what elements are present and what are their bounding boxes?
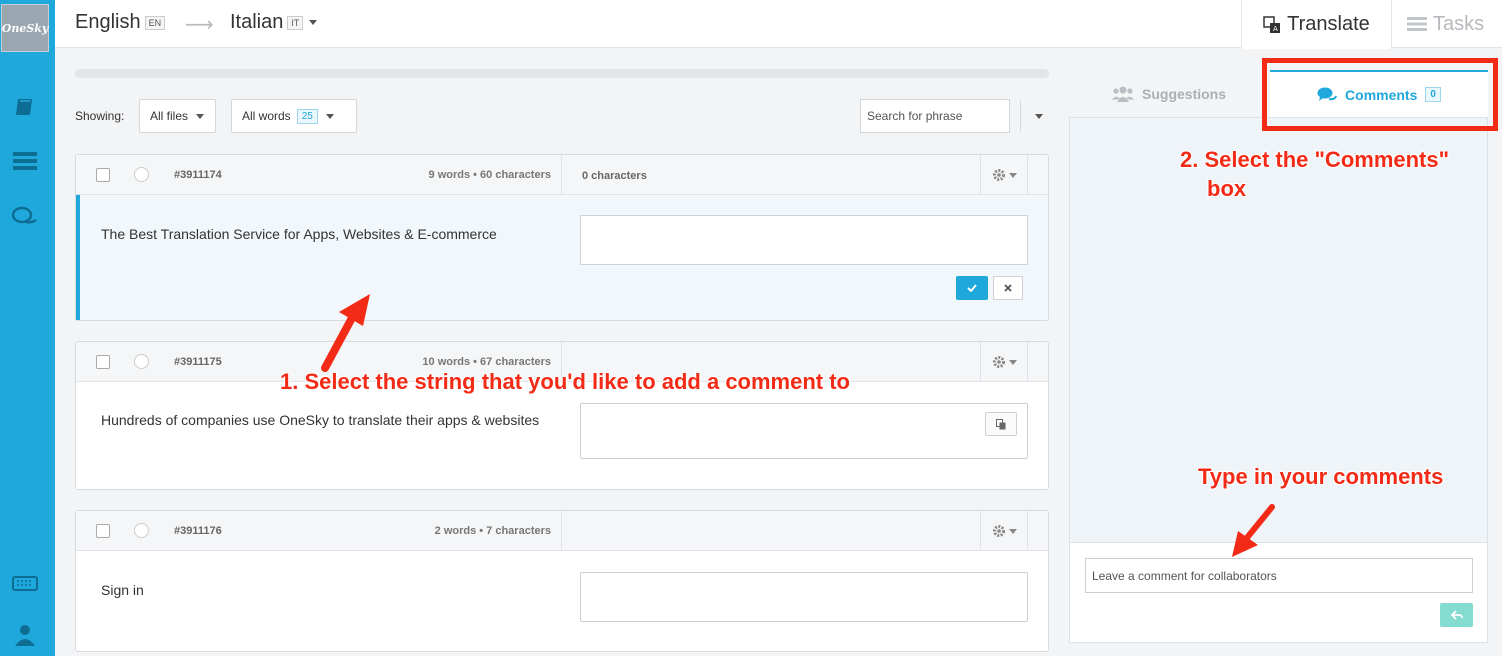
translation-input[interactable]	[580, 403, 1028, 459]
tab-tasks-label: Tasks	[1433, 12, 1485, 35]
divider	[1020, 101, 1021, 131]
translation-input[interactable]	[580, 215, 1028, 265]
annotation-arrow-icon	[1232, 504, 1275, 557]
string-card-header: #3911174 9 words • 60 characters 0 chara…	[76, 155, 1048, 195]
close-icon	[1004, 284, 1012, 292]
divider	[561, 155, 562, 195]
svg-text:A: A	[1273, 25, 1278, 33]
copy-source-button[interactable]	[985, 412, 1017, 436]
annotation-step-1: 1. Select the string that you'd like to …	[280, 369, 850, 394]
chevron-down-icon	[325, 113, 334, 119]
chevron-down-icon	[309, 20, 318, 26]
tab-tasks[interactable]: Tasks	[1407, 0, 1484, 48]
source-language: English EN	[75, 11, 166, 34]
tab-translate-label: Translate	[1287, 13, 1370, 35]
annotation-step-3: Type in your comments	[1198, 464, 1444, 489]
target-language-code: IT	[287, 15, 304, 30]
search-options-chevron-icon[interactable]	[1035, 114, 1043, 119]
user-icon[interactable]	[12, 624, 38, 646]
annotation-step-2-line-1: 2. Select the "Comments"	[1180, 147, 1450, 172]
tab-translate[interactable]: A Translate	[1241, 0, 1392, 49]
source-language-code: EN	[144, 15, 166, 30]
keyboard-icon[interactable]	[12, 572, 38, 594]
cancel-translation-button[interactable]	[993, 276, 1023, 300]
string-id: #3911176	[174, 525, 222, 537]
tasks-icon	[1407, 17, 1427, 31]
gear-icon	[992, 356, 1005, 368]
target-language-name: Italian	[230, 11, 284, 33]
book-icon[interactable]	[12, 96, 38, 118]
source-text: Hundreds of companies use OneSky to tran…	[101, 412, 540, 428]
string-id: #3911175	[174, 356, 222, 368]
string-card[interactable]: #3911175 10 words • 67 characters Hundre…	[75, 341, 1049, 490]
translation-char-count: 0 characters	[582, 170, 647, 182]
chevron-down-icon	[1008, 172, 1017, 178]
filter-bar: Showing: All files All words 25	[75, 99, 1049, 133]
comment-input[interactable]	[1085, 558, 1473, 593]
translate-icon: A	[1263, 15, 1281, 33]
string-card[interactable]: #3911174 9 words • 60 characters 0 chara…	[75, 154, 1049, 321]
string-card-header: #3911176 2 words • 7 characters	[76, 511, 1048, 551]
chevron-down-icon	[1008, 528, 1017, 534]
annotation-arrow-icon	[321, 294, 370, 372]
source-text: Sign in	[101, 582, 144, 598]
save-translation-button[interactable]	[956, 276, 988, 300]
list-icon[interactable]	[12, 150, 38, 172]
files-filter-dropdown[interactable]: All files	[139, 99, 216, 133]
string-status-radio[interactable]	[134, 354, 149, 369]
gear-icon	[992, 525, 1005, 537]
string-card[interactable]: #3911176 2 words • 7 characters Sign in	[75, 510, 1049, 652]
string-meta: 2 words • 7 characters	[434, 525, 551, 537]
words-filter-label: All words	[242, 109, 291, 123]
send-comment-button[interactable]	[1440, 603, 1473, 627]
source-language-name: English	[75, 11, 141, 33]
gear-icon	[992, 169, 1005, 181]
copy-icon	[996, 418, 1006, 429]
showing-label: Showing:	[75, 109, 125, 123]
check-icon	[967, 284, 977, 292]
string-status-radio[interactable]	[134, 167, 149, 182]
left-sidebar: OneSky	[0, 0, 55, 656]
string-settings-button[interactable]	[980, 342, 1028, 382]
arrow-right-icon: ⟶	[185, 14, 214, 36]
onesky-logo[interactable]: OneSky	[1, 4, 49, 52]
string-checkbox[interactable]	[96, 168, 110, 182]
users-icon	[1112, 86, 1134, 102]
search-input[interactable]	[860, 99, 1010, 133]
tab-suggestions[interactable]: Suggestions	[1112, 70, 1226, 117]
comments-highlight-box	[1262, 58, 1498, 131]
string-settings-button[interactable]	[980, 511, 1028, 551]
tab-suggestions-label: Suggestions	[1142, 85, 1227, 102]
string-settings-button[interactable]	[980, 155, 1028, 195]
reply-icon	[1450, 610, 1463, 620]
translation-input[interactable]	[580, 572, 1028, 622]
string-checkbox[interactable]	[96, 355, 110, 369]
words-filter-dropdown[interactable]: All words 25	[231, 99, 357, 133]
source-text: The Best Translation Service for Apps, W…	[101, 226, 497, 242]
string-id: #3911174	[174, 169, 222, 181]
string-meta: 9 words • 60 characters	[428, 169, 551, 181]
string-status-radio[interactable]	[134, 523, 149, 538]
words-count-badge: 25	[296, 108, 318, 124]
divider	[561, 511, 562, 551]
string-checkbox[interactable]	[96, 524, 110, 538]
top-bar: English EN ⟶ Italian IT A Translate Tasks	[55, 0, 1502, 49]
annotation-step-2-line-2: box	[1207, 176, 1247, 201]
chat-icon[interactable]	[12, 206, 38, 228]
files-filter-label: All files	[150, 109, 189, 123]
progress-bar	[75, 69, 1049, 78]
target-language-dropdown[interactable]: Italian IT	[230, 11, 318, 34]
string-meta: 10 words • 67 characters	[422, 356, 551, 368]
chevron-down-icon	[196, 113, 205, 119]
chevron-down-icon	[1008, 359, 1017, 365]
